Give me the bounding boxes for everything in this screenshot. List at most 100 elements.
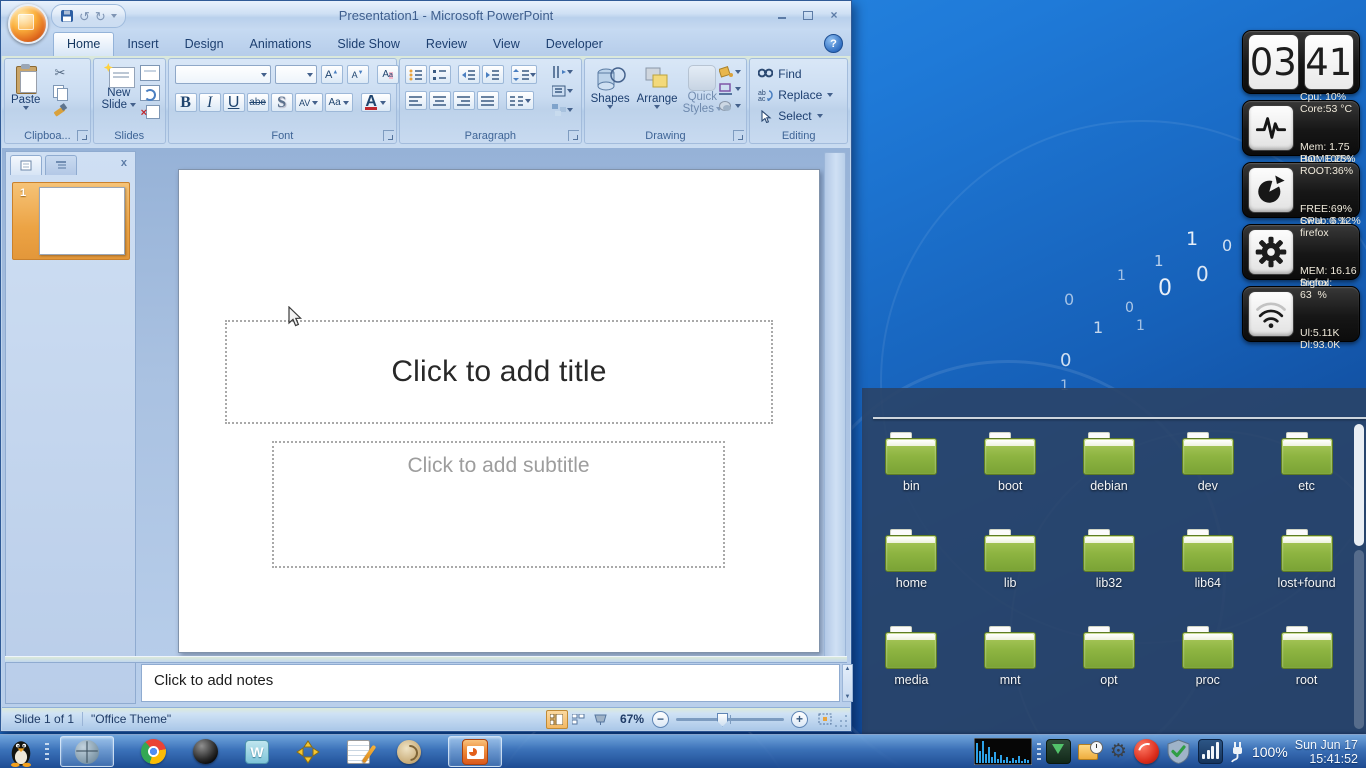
replace-button[interactable]: abac Replace	[758, 88, 833, 102]
tab-review[interactable]: Review	[413, 33, 480, 56]
close-button[interactable]: ×	[823, 8, 845, 23]
tray-settings-gear-icon[interactable]: ⚙	[1110, 742, 1127, 761]
font-dialog-launcher-icon[interactable]	[383, 130, 394, 141]
tray-power-plug-icon[interactable]	[1230, 741, 1245, 763]
folder-item[interactable]: etc	[1259, 432, 1355, 493]
shape-effects-icon[interactable]	[719, 100, 741, 112]
clear-formatting-icon[interactable]: Aa	[377, 65, 399, 84]
change-case-button[interactable]: Aa	[325, 93, 353, 112]
tray-handle[interactable]	[1037, 743, 1041, 761]
notes-scrollbar[interactable]: ▲ ▼	[842, 664, 853, 702]
clipboard-dialog-launcher-icon[interactable]	[77, 130, 88, 141]
chrome-icon[interactable]	[141, 739, 166, 764]
normal-view-button[interactable]	[546, 710, 568, 729]
shapes-button[interactable]: Shapes	[591, 65, 630, 109]
zoom-slider-thumb[interactable]	[717, 713, 728, 727]
tab-view[interactable]: View	[480, 33, 533, 56]
tray-shield-check-icon[interactable]	[1166, 739, 1191, 764]
decrease-indent-icon[interactable]	[458, 65, 480, 84]
new-slide-button[interactable]: New Slide	[98, 63, 140, 111]
maximize-button[interactable]	[797, 8, 819, 23]
tray-signal-bars-icon[interactable]	[1198, 739, 1223, 764]
columns-icon[interactable]	[506, 91, 534, 110]
strikethrough-button[interactable]: abe	[247, 93, 269, 112]
font-color-button[interactable]: A	[361, 93, 391, 112]
notes-input[interactable]: Click to add notes	[141, 664, 840, 702]
undo-icon[interactable]: ↺	[79, 10, 90, 23]
justify-icon[interactable]	[477, 91, 499, 110]
tray-backup-icon[interactable]	[1078, 741, 1103, 763]
folder-item[interactable]: lib	[962, 529, 1058, 590]
slides-tab[interactable]	[10, 155, 42, 175]
zoom-slider[interactable]	[676, 718, 784, 721]
tab-home[interactable]: Home	[53, 32, 114, 56]
scroll-down-icon[interactable]: ▼	[843, 693, 852, 701]
folder-item[interactable]: lost+found	[1259, 529, 1355, 590]
taskbar-powerpoint-task[interactable]	[448, 736, 502, 767]
numbering-icon[interactable]	[429, 65, 451, 84]
tab-slide-show[interactable]: Slide Show	[324, 33, 413, 56]
slide-thumbnail[interactable]: 1	[12, 182, 130, 260]
title-placeholder[interactable]: Click to add title	[225, 320, 773, 424]
increase-indent-icon[interactable]	[482, 65, 504, 84]
paste-button[interactable]: Paste	[11, 64, 40, 110]
tab-animations[interactable]: Animations	[237, 33, 325, 56]
folder-item[interactable]: home	[863, 529, 959, 590]
word-processor-icon[interactable]: W	[245, 740, 269, 764]
font-size-combo[interactable]	[275, 65, 317, 84]
character-spacing-button[interactable]: AV	[295, 93, 323, 112]
notes-app-icon[interactable]	[347, 740, 370, 764]
office-button[interactable]	[8, 4, 48, 44]
grow-font-icon[interactable]: A▲	[321, 65, 343, 84]
slideshow-button[interactable]	[590, 710, 612, 729]
reset-slide-icon[interactable]	[140, 85, 160, 101]
minimize-button[interactable]	[771, 8, 793, 23]
launcher-handle[interactable]	[45, 743, 49, 761]
shrink-font-icon[interactable]: A▼	[347, 65, 369, 84]
scrollbar-track[interactable]	[1354, 550, 1364, 729]
browser-sphere-icon[interactable]	[193, 739, 218, 764]
align-text-icon[interactable]	[551, 83, 575, 99]
align-left-icon[interactable]	[405, 91, 427, 110]
help-icon[interactable]: ?	[824, 34, 843, 53]
zoom-out-button[interactable]: −	[652, 711, 669, 728]
notes-splitter[interactable]	[5, 656, 847, 663]
smartart-icon[interactable]	[551, 102, 575, 118]
arrange-button[interactable]: Arrange	[637, 65, 678, 109]
fit-to-window-button[interactable]	[814, 710, 836, 729]
delete-slide-icon[interactable]: ×	[141, 105, 159, 119]
shape-fill-icon[interactable]	[719, 66, 741, 78]
align-center-icon[interactable]	[429, 91, 451, 110]
paragraph-dialog-launcher-icon[interactable]	[568, 130, 579, 141]
scroll-up-icon[interactable]: ▲	[843, 665, 852, 673]
layout-icon[interactable]	[140, 65, 160, 81]
italic-button[interactable]: I	[199, 93, 221, 112]
bullets-icon[interactable]	[405, 65, 427, 84]
text-direction-icon[interactable]	[551, 64, 575, 80]
subtitle-placeholder[interactable]: Click to add subtitle	[272, 441, 725, 568]
tray-red-swirl-icon[interactable]	[1134, 739, 1159, 764]
folder-item[interactable]: lib64	[1160, 529, 1256, 590]
slide-sorter-button[interactable]	[568, 710, 590, 729]
customize-qat-icon[interactable]	[111, 14, 117, 18]
format-painter-icon[interactable]	[51, 103, 69, 117]
shape-outline-icon[interactable]	[719, 83, 741, 95]
folder-item[interactable]: boot	[962, 432, 1058, 493]
tab-developer[interactable]: Developer	[533, 33, 616, 56]
folder-item[interactable]: root	[1259, 626, 1355, 687]
quick-styles-button[interactable]: Quick Styles	[683, 65, 722, 115]
paste-dropdown-icon[interactable]	[23, 106, 29, 110]
folder-item[interactable]: mnt	[962, 626, 1058, 687]
start-menu-tux-icon[interactable]	[6, 737, 36, 767]
drawing-dialog-launcher-icon[interactable]	[733, 130, 744, 141]
close-pane-icon[interactable]: x	[121, 155, 131, 175]
text-shadow-button[interactable]: S	[271, 93, 293, 112]
select-button[interactable]: Select	[758, 109, 833, 123]
outline-tab[interactable]	[45, 155, 77, 175]
shell-app-icon[interactable]	[397, 740, 421, 764]
folder-item[interactable]: proc	[1160, 626, 1256, 687]
bold-button[interactable]: B	[175, 93, 197, 112]
folder-item[interactable]: bin	[863, 432, 959, 493]
line-spacing-icon[interactable]	[511, 65, 537, 84]
vertical-scrollbar[interactable]	[824, 152, 846, 659]
